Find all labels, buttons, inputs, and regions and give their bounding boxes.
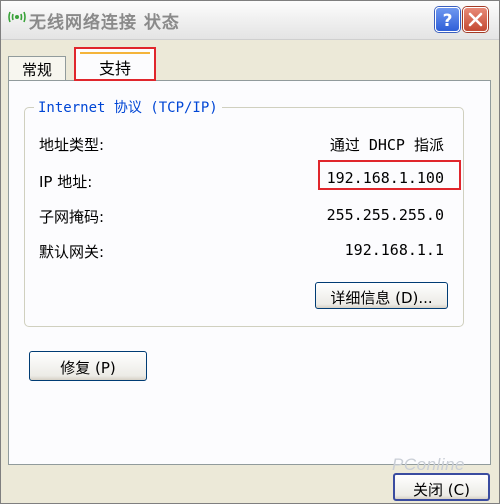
window-title: 无线网络连接 状态 — [29, 13, 180, 33]
default-gateway-label: 默认网关: — [39, 243, 105, 261]
tab-support-label: 支持 — [98, 59, 131, 78]
help-glyph: ? — [443, 11, 453, 31]
wireless-network-icon — [7, 9, 27, 23]
address-type-label: 地址类型: — [39, 136, 105, 154]
ip-address-value: 192.168.1.100 — [326, 169, 444, 187]
tab-general-label: 常规 — [21, 61, 52, 79]
close-button[interactable]: 关闭 (C) — [393, 473, 490, 501]
title-bar[interactable]: 无线网络连接 状态 ? — [1, 1, 499, 40]
tab-support[interactable]: 支持 — [74, 47, 156, 81]
groupbox-legend: Internet 协议 (TCP/IP) — [34, 97, 222, 117]
status-dialog: 无线网络连接 状态 ? 常规 支持 Internet 协议 (TCP/IP) 地… — [0, 0, 500, 504]
close-window-button[interactable] — [463, 7, 488, 32]
tab-general[interactable]: 常规 — [8, 56, 66, 80]
default-gateway-value: 192.168.1.1 — [344, 241, 444, 259]
details-button[interactable]: 详细信息 (D)... — [315, 282, 448, 309]
help-button[interactable]: ? — [435, 7, 460, 32]
subnet-mask-value: 255.255.255.0 — [326, 206, 444, 224]
help-icon: ? — [443, 11, 453, 31]
subnet-mask-label: 子网掩码: — [39, 208, 105, 226]
address-type-value: 通过 DHCP 指派 — [329, 136, 444, 154]
repair-button[interactable]: 修复 (P) — [29, 351, 147, 381]
tab-selected-indicator — [80, 52, 150, 54]
close-icon — [468, 12, 483, 27]
watermark: PConline — [392, 455, 465, 474]
ip-address-label: IP 地址: — [39, 173, 93, 191]
